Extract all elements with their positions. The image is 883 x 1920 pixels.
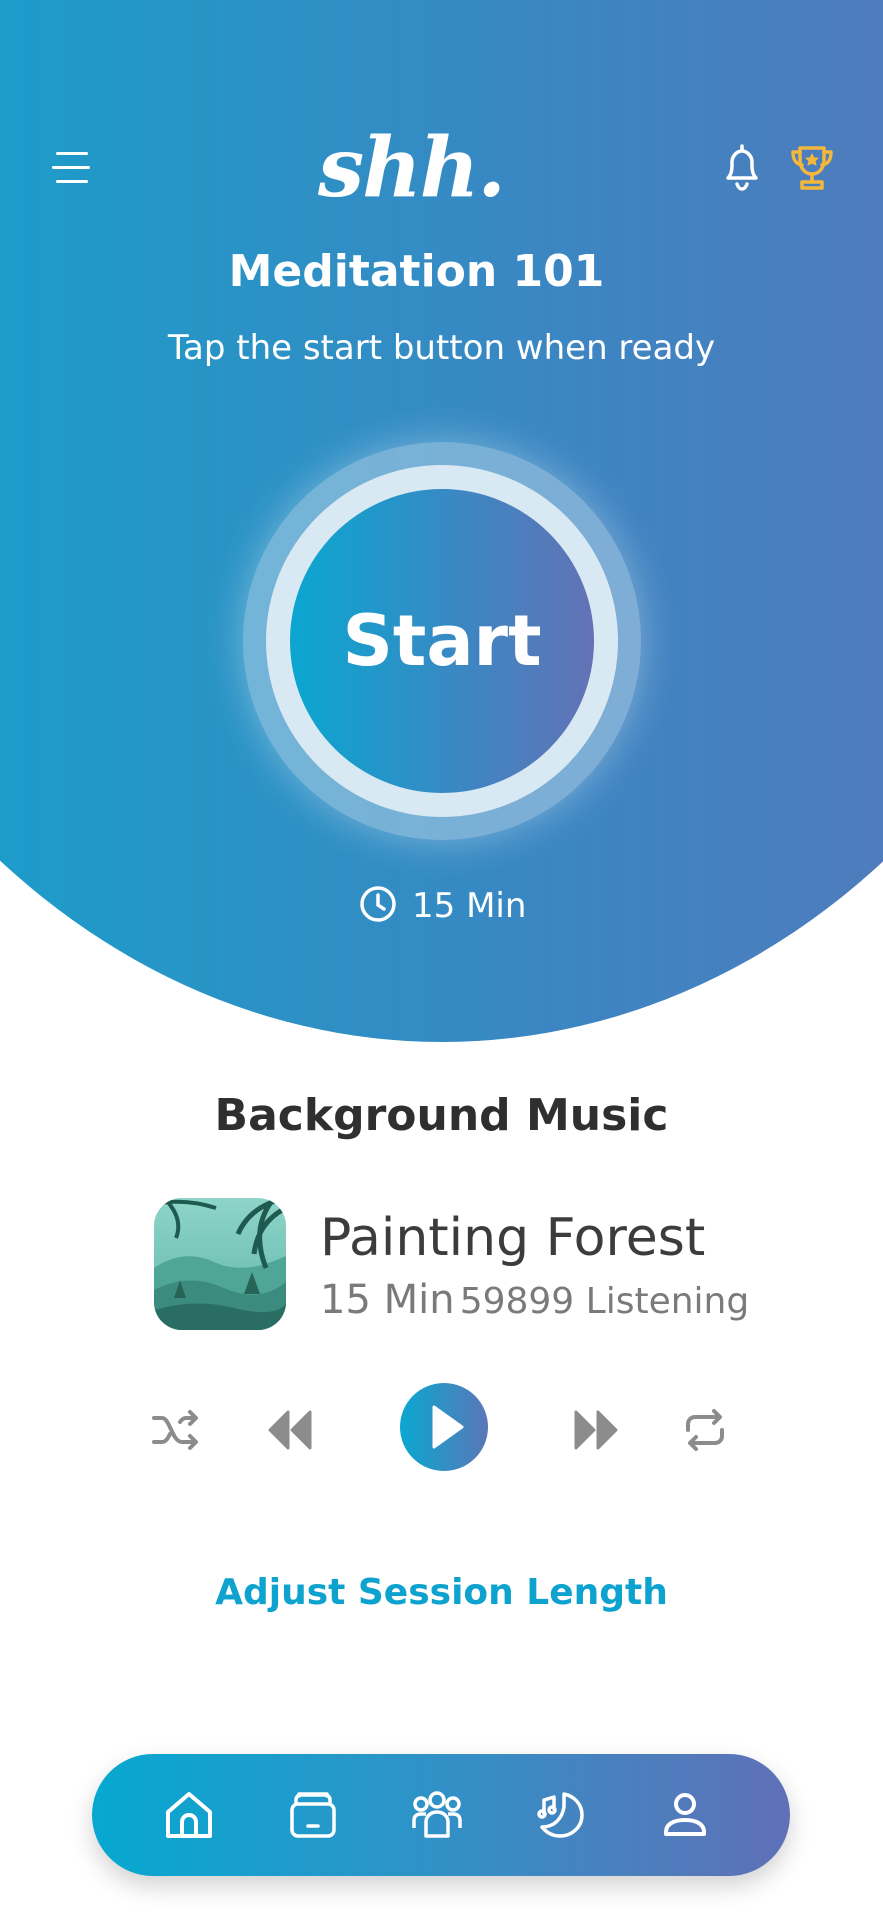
repeat-icon[interactable] <box>682 1404 728 1456</box>
start-button[interactable]: Start <box>290 489 594 793</box>
track-meta: 15 Min 59899 Listening <box>320 1277 749 1323</box>
library-icon[interactable] <box>286 1788 340 1842</box>
play-button[interactable] <box>400 1383 488 1471</box>
shuffle-icon[interactable] <box>150 1404 202 1456</box>
bell-icon[interactable] <box>718 142 766 192</box>
session-duration: 15 Min <box>358 884 526 928</box>
track-duration: 15 Min <box>320 1277 455 1323</box>
track-artwork[interactable] <box>154 1198 286 1330</box>
home-icon[interactable] <box>162 1788 216 1842</box>
next-icon[interactable] <box>572 1404 620 1456</box>
clock-icon <box>358 884 398 928</box>
duration-label: 15 Min <box>412 886 527 926</box>
sleep-icon[interactable] <box>534 1788 588 1842</box>
session-subtitle: Tap the start button when ready <box>167 328 716 368</box>
background-music-heading: Background Music <box>214 1090 669 1141</box>
community-icon[interactable] <box>410 1788 464 1842</box>
session-title: Meditation 101 <box>228 246 605 297</box>
previous-icon[interactable] <box>266 1404 314 1456</box>
play-icon <box>400 1405 488 1475</box>
app-screen: shh. Meditation 101 Tap the start button… <box>0 0 883 1920</box>
trophy-icon[interactable] <box>786 142 838 194</box>
track-title: Painting Forest <box>320 1208 706 1268</box>
bottom-navigation <box>92 1754 790 1876</box>
profile-icon[interactable] <box>658 1788 712 1842</box>
hamburger-menu-icon[interactable] <box>48 148 92 190</box>
track-listeners: 59899 Listening <box>459 1281 750 1322</box>
adjust-session-length-link[interactable]: Adjust Session Length <box>0 1572 883 1613</box>
app-logo: shh. <box>318 120 506 216</box>
